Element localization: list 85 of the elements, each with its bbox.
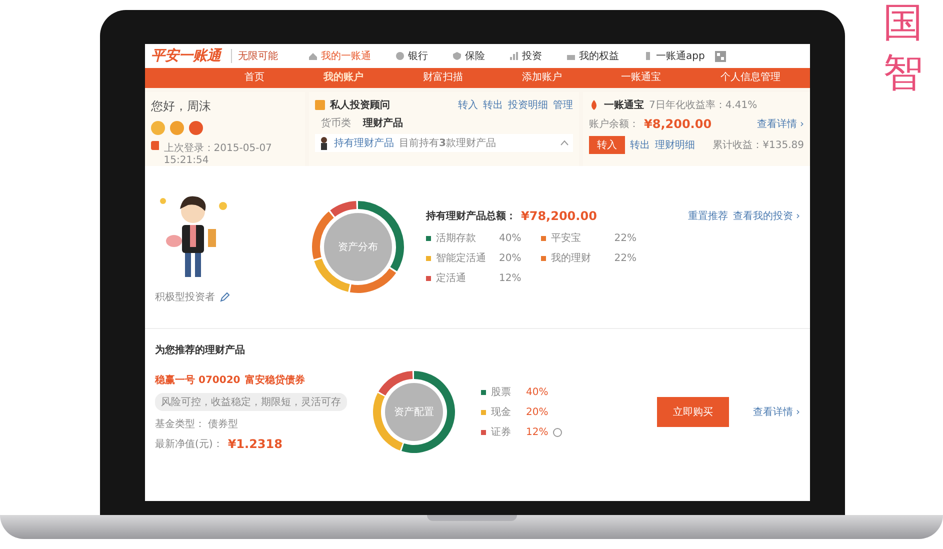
- details-link[interactable]: 查看详情 ›: [756, 117, 804, 131]
- investor-type: 积极型投资者: [155, 290, 215, 304]
- bank-icon: [395, 51, 405, 61]
- section-title: 为您推荐的理财产品: [155, 344, 246, 357]
- portfolio-link[interactable]: 查看我的投资 ›: [732, 209, 800, 223]
- legend-percent: 20%: [526, 406, 548, 418]
- slogan: 无限可能: [231, 49, 278, 63]
- product-tags: 风险可控，收益稳定，期限短，灵活可存: [155, 393, 347, 411]
- qr-code-icon: [714, 50, 726, 62]
- advisor-icon: [315, 100, 325, 110]
- legend-label: 平安宝: [551, 232, 582, 245]
- promo-text: 国: [883, 0, 923, 46]
- drop-icon: [589, 100, 599, 110]
- legend-percent: 22%: [614, 252, 636, 264]
- legend-label: 活期存款: [436, 232, 477, 245]
- legend-label: 我的理财: [551, 252, 592, 265]
- yield-rate: 7日年化收益率：4.41%: [649, 98, 758, 112]
- transfer-in-button[interactable]: 转入: [589, 136, 625, 154]
- legend-label: 股票: [491, 386, 512, 399]
- legend-label: 证券: [491, 426, 512, 439]
- nav-tab[interactable]: 个人信息管理: [720, 68, 780, 88]
- nav-label: 最新净值(元)：: [155, 438, 223, 451]
- holding-text: 目前持有3款理财产品: [399, 136, 496, 150]
- balance-label: 账户余额：: [589, 118, 639, 131]
- donut-center: [324, 213, 392, 281]
- header-link[interactable]: 我的权益: [566, 49, 619, 63]
- details-link[interactable]: 查看详情 ›: [752, 405, 800, 419]
- advisor-link[interactable]: 管理: [553, 98, 573, 112]
- header-link[interactable]: 我的一账通: [308, 49, 371, 63]
- advisor-title: 私人投资顾问: [330, 98, 390, 112]
- header-link[interactable]: 银行: [395, 49, 428, 63]
- legend-percent: 12%: [499, 272, 522, 284]
- legend-percent: 40%: [499, 232, 522, 244]
- donut-label: 资产配置: [393, 406, 435, 419]
- chevron-up-icon[interactable]: [560, 140, 569, 146]
- nav-tab[interactable]: 添加账户: [522, 68, 562, 88]
- balance-amount: ¥8,200.00: [644, 117, 712, 131]
- portfolio-link[interactable]: 重置推荐: [688, 209, 728, 223]
- chart-icon: [509, 51, 519, 61]
- header-link[interactable]: 保险: [452, 49, 485, 63]
- product-code[interactable]: 稳赢一号 070020: [155, 373, 240, 387]
- nav-value: ¥1.2318: [228, 437, 282, 451]
- badge-icon[interactable]: [151, 121, 165, 135]
- badge-icon[interactable]: [189, 121, 203, 135]
- total-amount: ¥78,200.00: [521, 209, 597, 223]
- advisor-link[interactable]: 转出: [483, 98, 503, 112]
- logo: 平安一账通: [151, 47, 221, 65]
- total-earnings: 累计收益：¥135.89: [712, 138, 804, 152]
- home-icon: [308, 51, 318, 61]
- legend-label: 现金: [491, 406, 512, 419]
- last-login: 上次登录：2015-05-07 15:21:54: [164, 142, 273, 166]
- badge-icon[interactable]: [170, 121, 184, 135]
- advisor-link[interactable]: 转入: [458, 98, 478, 112]
- wallet-title: 一账通宝: [604, 98, 644, 112]
- legend-label: 智能定活通: [436, 252, 487, 265]
- wallet-link[interactable]: 转出: [630, 138, 650, 152]
- person-icon: [319, 136, 329, 150]
- legend-percent: 12%: [526, 426, 548, 438]
- nav-tab[interactable]: 一账通宝: [621, 68, 662, 88]
- holding-link[interactable]: 持有理财产品: [334, 136, 394, 150]
- advisor-tab[interactable]: 理财产品: [363, 116, 403, 130]
- header-link[interactable]: 一账通app: [643, 49, 705, 63]
- donut-label: 资产分布: [337, 240, 379, 254]
- total-label: 持有理财产品总额：: [426, 209, 516, 223]
- wallet-link[interactable]: 理财明细: [655, 138, 695, 152]
- info-icon[interactable]: [553, 428, 562, 436]
- product-name[interactable]: 富安稳贷债券: [245, 373, 306, 387]
- legend-percent: 40%: [526, 386, 548, 398]
- legend-percent: 20%: [499, 252, 522, 264]
- shield-icon: [452, 51, 462, 61]
- nav-tab[interactable]: 财富扫描: [422, 68, 463, 88]
- promo-text: 智: [883, 50, 923, 96]
- nav-tab[interactable]: 首页: [244, 68, 265, 88]
- advisor-link[interactable]: 投资明细: [508, 98, 548, 112]
- login-icon: [151, 141, 159, 150]
- advisor-tab[interactable]: 货币类: [321, 116, 351, 130]
- greeting: 您好，周沫: [151, 98, 212, 115]
- edit-icon[interactable]: [220, 292, 230, 302]
- fund-type: 基金类型： 债券型: [155, 418, 238, 431]
- nav-tab[interactable]: 我的账户: [324, 68, 364, 88]
- buy-button[interactable]: 立即购买: [656, 397, 729, 427]
- donut-center: [385, 383, 443, 441]
- legend-percent: 22%: [614, 232, 636, 244]
- header-link[interactable]: 投资: [509, 49, 542, 63]
- legend-label: 定活通: [436, 272, 467, 285]
